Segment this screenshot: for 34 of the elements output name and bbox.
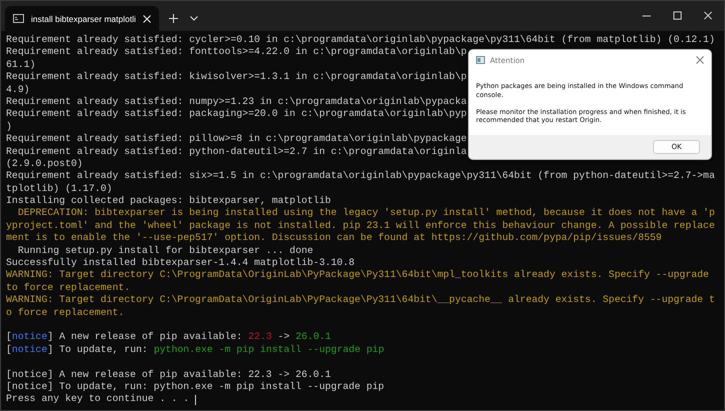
window-icon	[476, 56, 485, 64]
console-line: DEPRECATION: bibtexparser is being installed using the legacy 'setup.py install' method, because it does not have a 'p	[16, 207, 715, 220]
console-line: Requirement already satisfied: numpy>=1.23 in c:\programdata\originlab\pypacka	[6, 96, 467, 108]
terminal-icon	[13, 14, 24, 23]
console-line: WARNING: Target directory C:\ProgramData\OriginLab\PyPackage\Py311\64bit\__pycache__ already exists. Specify --upgrade t	[6, 294, 715, 307]
console-line: Requirement already satisfied: pillow>=8 in c:\programdata\originlab\pypackage	[6, 133, 467, 146]
console-line: yproject.toml' and the 'wheel' package is not installed. pip 23.1 will enforce this behaviour change. A possible replace	[6, 220, 715, 232]
console-line: Requirement already satisfied: fonttools>=4.22.0 in c:\programdata\originlab\p	[6, 46, 467, 59]
console-line: )	[6, 120, 12, 134]
console-line: 4.9)	[6, 84, 30, 96]
console-line: 61.1)	[6, 58, 36, 72]
terminal-tab[interactable]: install bibtexparser matplotli	[5, 6, 159, 31]
console-line: (2.9.0.post0)	[6, 158, 83, 170]
plus-icon[interactable]	[168, 14, 178, 23]
console-line: Requirement already satisfied: python-dateutil>=2.7 in c:\programdata\originla	[6, 146, 467, 158]
console-line: Requirement already satisfied: six>=1.5 in c:\programdata\originlab\pypackage\py311\64bit (from python-dateutil>=2.7->ma	[6, 170, 715, 183]
console-line: Running setup.py install for bibtexparser ... done	[16, 244, 314, 258]
console-line: WARNING: Target directory C:\ProgramData\OriginLab\PyPackage\Py311\64bit\mpl_toolkits already exists. Specify --upgrade	[6, 269, 709, 282]
text-cursor	[195, 394, 196, 405]
console-line: [notice] A new release of pip available: 22.3 -> 26.0.1	[6, 331, 331, 344]
console-line: Requirement already satisfied: kiwisolver>=1.3.1 in c:\programdata\originlab\p	[6, 71, 467, 84]
console-line: Requirement already satisfied: packaging>=20.0 in c:\programdata\originlab\pyp	[6, 108, 467, 121]
console-line: Requirement already satisfied: cycler>=0.10 in c:\programdata\originlab\pypackage\py311\64bit (from matplotlib) (0.12.1)	[6, 34, 715, 46]
console-line: [notice] A new release of pip available: 22.3 -> 26.0.1	[6, 368, 331, 381]
console-line: Installing collected packages: bibtexparser, matplotlib	[6, 195, 331, 208]
console-line: o force replacement.	[6, 306, 124, 319]
console-line: ment is to enable the '--use-pep517' option. Discussion can be found at https://github.com/pypa/pip/issues/8559	[6, 232, 662, 245]
console-line: [notice] To update, run: python.exe -m pip install --upgrade pip	[6, 344, 384, 356]
console-line: tplotlib) (1.17.0)	[6, 182, 112, 196]
console-line: to force replacement.	[6, 282, 130, 294]
console-line: Successfully installed bibtexparser-1.4.4 matplotlib-3.10.8	[6, 257, 355, 270]
console-line: Press any key to continue . . .	[6, 393, 190, 406]
chevron-down-icon[interactable]	[190, 16, 198, 21]
console-line: [notice] To update, run: python.exe -m pip install --upgrade pip	[6, 380, 384, 394]
